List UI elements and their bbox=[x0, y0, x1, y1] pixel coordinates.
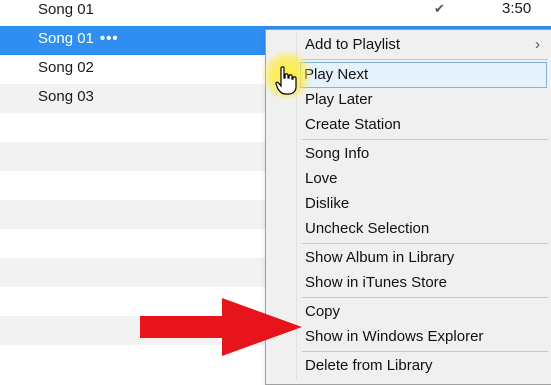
menu-item-play-next[interactable]: Play Next bbox=[300, 62, 547, 88]
track-title: Song 01 ••• bbox=[38, 30, 119, 47]
checkmark-icon[interactable]: ✔ bbox=[434, 1, 445, 17]
menu-item-label: Show Album in Library bbox=[305, 249, 455, 266]
track-row[interactable]: Song 01 ✔ 3:50 bbox=[0, 0, 551, 26]
menu-item-create-station[interactable]: Create Station bbox=[302, 113, 548, 137]
menu-item-show-in-itunes-store[interactable]: Show in iTunes Store bbox=[302, 271, 548, 295]
track-duration: 3:50 bbox=[502, 0, 532, 17]
menu-item-label: Play Next bbox=[304, 66, 369, 83]
track-title: Song 02 bbox=[38, 59, 94, 76]
menu-item-love[interactable]: Love bbox=[302, 167, 548, 191]
more-options-icon[interactable]: ••• bbox=[100, 30, 119, 47]
menu-item-play-later[interactable]: Play Later bbox=[302, 88, 548, 112]
menu-item-label: Uncheck Selection bbox=[305, 220, 430, 237]
menu-separator bbox=[302, 139, 548, 140]
menu-item-song-info[interactable]: Song Info bbox=[302, 142, 548, 166]
red-arrow-icon bbox=[140, 298, 302, 356]
menu-item-show-in-windows-explorer[interactable]: Show in Windows Explorer bbox=[302, 325, 548, 349]
menu-separator bbox=[302, 297, 548, 298]
menu-item-label: Play Later bbox=[305, 91, 373, 108]
menu-item-add-to-playlist[interactable]: Add to Playlist › bbox=[302, 33, 548, 57]
menu-item-label: Love bbox=[305, 170, 338, 187]
hand-pointer-icon bbox=[275, 66, 297, 95]
menu-item-label: Show in Windows Explorer bbox=[305, 328, 484, 345]
menu-item-label: Create Station bbox=[305, 116, 401, 133]
menu-item-dislike[interactable]: Dislike bbox=[302, 192, 548, 216]
track-title: Song 03 bbox=[38, 88, 94, 105]
menu-item-show-album-in-library[interactable]: Show Album in Library bbox=[302, 246, 548, 270]
track-title: Song 01 bbox=[38, 1, 94, 18]
menu-item-label: Add to Playlist bbox=[305, 36, 401, 53]
menu-separator bbox=[302, 351, 548, 352]
menu-item-label: Dislike bbox=[305, 195, 350, 212]
menu-item-label: Delete from Library bbox=[305, 357, 433, 374]
menu-item-label: Copy bbox=[305, 303, 341, 320]
menu-separator bbox=[302, 243, 548, 244]
menu-item-uncheck-selection[interactable]: Uncheck Selection bbox=[302, 217, 548, 241]
menu-item-delete-from-library[interactable]: Delete from Library bbox=[302, 354, 548, 378]
menu-item-label: Show in iTunes Store bbox=[305, 274, 448, 291]
menu-item-copy[interactable]: Copy bbox=[302, 300, 548, 324]
menu-item-label: Song Info bbox=[305, 145, 370, 162]
chevron-right-icon: › bbox=[535, 36, 540, 53]
menu-separator bbox=[302, 59, 548, 60]
